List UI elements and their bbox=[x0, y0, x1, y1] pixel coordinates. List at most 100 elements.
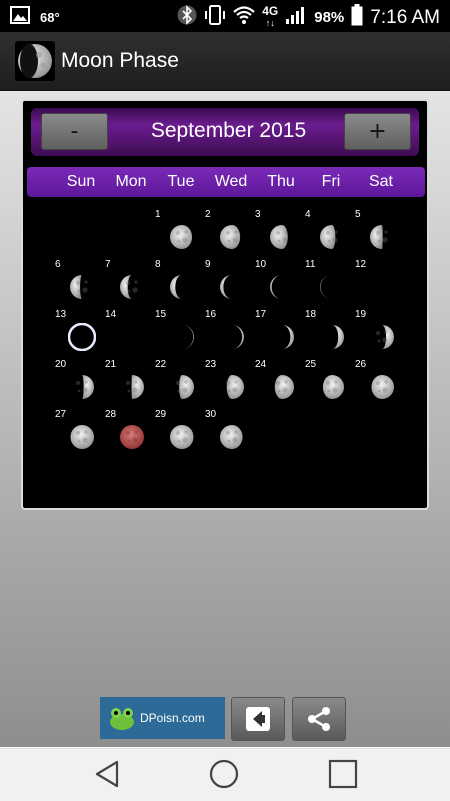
system-nav-bar bbox=[0, 748, 450, 801]
day-number: 5 bbox=[355, 209, 361, 220]
day-number: 3 bbox=[255, 209, 261, 220]
moon-phase-icon bbox=[70, 425, 94, 449]
day-number: 8 bbox=[155, 259, 161, 270]
calendar-day-cell[interactable]: 30 bbox=[202, 407, 252, 457]
moon-phase-icon bbox=[232, 325, 244, 349]
back-button[interactable] bbox=[231, 697, 285, 741]
wifi-icon bbox=[233, 5, 255, 30]
day-number: 16 bbox=[205, 309, 217, 320]
calendar-day-cell[interactable]: 21 bbox=[102, 357, 152, 407]
calendar-day-cell[interactable]: 29 bbox=[152, 407, 202, 457]
day-number: 10 bbox=[255, 259, 267, 270]
weekday-label: Wed bbox=[214, 173, 248, 190]
moon-phase-icon bbox=[170, 425, 194, 449]
battery-percent: 98% bbox=[314, 9, 345, 26]
network-type: 4G ↑↓ bbox=[262, 4, 279, 28]
moon-phase-icon bbox=[220, 425, 243, 449]
nav-home-icon[interactable] bbox=[209, 759, 239, 793]
day-number: 1 bbox=[155, 209, 161, 220]
bottom-actions: DPoisn.com bbox=[0, 697, 450, 741]
moon-phase-icon bbox=[220, 225, 241, 249]
moon-phase-icon bbox=[368, 273, 396, 301]
calendar-day-cell[interactable]: 6 bbox=[52, 257, 102, 307]
day-number: 22 bbox=[155, 359, 167, 370]
day-number: 29 bbox=[155, 409, 167, 420]
calendar-day-cell[interactable]: 7 bbox=[102, 257, 152, 307]
day-number: 28 bbox=[105, 409, 117, 420]
signal-icon bbox=[285, 5, 307, 30]
moon-phase-icon bbox=[371, 375, 394, 399]
calendar-day-cell[interactable]: 5 bbox=[352, 207, 402, 257]
calendar-day-cell[interactable]: 26 bbox=[352, 357, 402, 407]
previous-month-button[interactable]: - bbox=[41, 113, 108, 150]
share-button[interactable] bbox=[292, 697, 346, 741]
day-number: 4 bbox=[305, 209, 311, 220]
dpoisn-ad-banner[interactable]: DPoisn.com bbox=[100, 697, 225, 739]
moon-phase-icon bbox=[125, 375, 144, 399]
calendar-day-cell[interactable]: 22 bbox=[152, 357, 202, 407]
moon-phase-icon bbox=[270, 225, 288, 249]
calendar-day-cell[interactable]: 15 bbox=[152, 307, 202, 357]
calendar-day-cell[interactable]: 20 bbox=[52, 357, 102, 407]
moon-phase-icon bbox=[175, 375, 194, 399]
moon-phase-icon bbox=[270, 275, 282, 299]
calendar-day-cell[interactable]: 28 bbox=[102, 407, 152, 457]
calendar-day-cell[interactable]: 27 bbox=[52, 407, 102, 457]
back-arrow-icon bbox=[245, 706, 271, 736]
nav-recents-icon[interactable] bbox=[328, 759, 358, 793]
month-title: September 2015 bbox=[150, 119, 307, 142]
calendar-day-cell[interactable]: 23 bbox=[202, 357, 252, 407]
share-icon bbox=[306, 706, 332, 736]
weekday-header-row: Sun Mon Tue Wed Thu Fri Sat bbox=[27, 167, 425, 197]
calendar-day-cell[interactable]: 18 bbox=[302, 307, 352, 357]
vibrate-icon bbox=[204, 4, 226, 31]
calendar-day-cell[interactable]: 19 bbox=[352, 307, 402, 357]
calendar-day-cell[interactable]: 14 bbox=[102, 307, 152, 357]
day-number: 24 bbox=[255, 359, 267, 370]
weekday-label: Fri bbox=[321, 173, 341, 190]
calendar-day-cell[interactable]: 8 bbox=[152, 257, 202, 307]
moon-phase-icon bbox=[220, 275, 232, 299]
calendar-day-cell[interactable]: 25 bbox=[302, 357, 352, 407]
calendar-day-cell[interactable]: 12 bbox=[352, 257, 402, 307]
day-number: 15 bbox=[155, 309, 167, 320]
calendar-day-cell[interactable]: 4 bbox=[302, 207, 352, 257]
moon-phase-icon bbox=[170, 275, 182, 299]
moon-phase-icon bbox=[182, 325, 194, 349]
calendar-day-cell[interactable]: 2 bbox=[202, 207, 252, 257]
calendar-day-cell[interactable]: 16 bbox=[202, 307, 252, 357]
temperature-text: 68° bbox=[40, 10, 60, 25]
day-number: 26 bbox=[355, 359, 367, 370]
calendar-day-cell[interactable]: 1 bbox=[152, 207, 202, 257]
calendar-day-cell[interactable]: 11 bbox=[302, 257, 352, 307]
moon-phase-icon bbox=[75, 375, 94, 399]
day-number: 17 bbox=[255, 309, 267, 320]
lunar-eclipse-icon bbox=[120, 425, 144, 449]
moon-app-icon bbox=[15, 41, 55, 81]
day-number: 21 bbox=[105, 359, 117, 370]
weekday-label: Thu bbox=[267, 173, 295, 190]
moon-phase-icon bbox=[70, 275, 88, 299]
clock-time: 7:16 AM bbox=[370, 6, 440, 28]
calendar-day-cell[interactable]: 24 bbox=[252, 357, 302, 407]
day-number: 18 bbox=[305, 309, 317, 320]
nav-back-icon[interactable] bbox=[92, 759, 122, 793]
calendar-day-cell[interactable]: 3 bbox=[252, 207, 302, 257]
status-bar: 68° 4G ↑↓ 98% 7:16 AM bbox=[0, 0, 450, 32]
day-number: 6 bbox=[55, 259, 61, 270]
next-month-button[interactable]: + bbox=[344, 113, 411, 150]
app-title: Moon Phase bbox=[61, 49, 179, 72]
day-number: 20 bbox=[55, 359, 67, 370]
calendar-day-cell[interactable]: 9 bbox=[202, 257, 252, 307]
gallery-notification-icon bbox=[10, 6, 30, 29]
moon-phase-icon bbox=[322, 375, 344, 399]
calendar-day-cell[interactable]: 17 bbox=[252, 307, 302, 357]
ad-text: DPoisn.com bbox=[140, 711, 205, 725]
weekday-label: Sun bbox=[66, 173, 96, 190]
frog-logo-icon bbox=[106, 702, 138, 737]
calendar-header: - September 2015 + bbox=[31, 108, 419, 156]
calendar-day-cell[interactable]: 13 bbox=[52, 307, 102, 357]
day-number: 13 bbox=[55, 309, 67, 320]
calendar-day-cell[interactable]: 10 bbox=[252, 257, 302, 307]
moon-phase-icon bbox=[320, 225, 338, 249]
